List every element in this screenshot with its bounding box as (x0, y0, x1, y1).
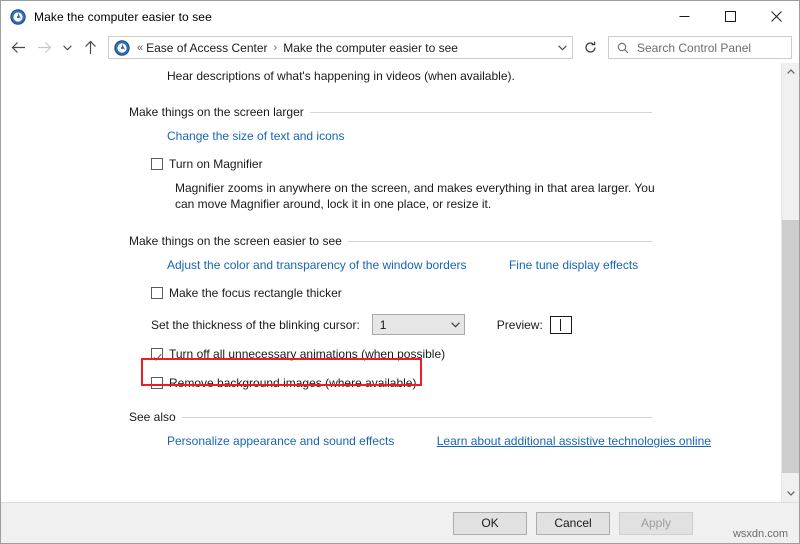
scrollbar-thumb[interactable] (782, 220, 799, 473)
group-divider (347, 240, 652, 242)
group-title: Make things on the screen easier to see (129, 234, 342, 248)
search-icon (613, 42, 633, 54)
scrollbar-track[interactable] (782, 80, 799, 485)
breadcrumb-ease-of-access-icon (114, 39, 130, 56)
minimize-button[interactable] (661, 1, 707, 32)
checkbox-turn-on-magnifier[interactable] (151, 158, 163, 170)
checkbox-remove-background-images[interactable] (151, 377, 163, 389)
check-icon (153, 349, 162, 361)
checkbox-row-remove-background-images[interactable]: Remove background images (where availabl… (151, 376, 781, 390)
up-button[interactable] (77, 36, 103, 60)
checkbox-label: Turn off all unnecessary animations (whe… (169, 347, 446, 361)
checkbox-turn-off-animations[interactable] (151, 348, 163, 361)
group-header: See also (129, 410, 652, 424)
window-title: Make the computer easier to see (34, 9, 212, 24)
group-make-things-larger: Make things on the screen larger Change … (129, 105, 781, 212)
group-divider (181, 416, 652, 418)
footer-buttons: OK Cancel Apply (444, 511, 693, 535)
group-title: See also (129, 410, 176, 424)
breadcrumb-item-ease-of-access-center[interactable]: Ease of Access Center (146, 41, 267, 55)
breadcrumb-item-make-the-computer-easier-to-see[interactable]: Make the computer easier to see (283, 41, 458, 55)
link-change-size-of-text-and-icons[interactable]: Change the size of text and icons (167, 129, 344, 143)
control-panel-window: Make the computer easier to see « Ease o… (0, 0, 800, 544)
checkbox-label: Turn on Magnifier (169, 157, 263, 171)
cursor-thickness-select[interactable]: 1 (371, 314, 465, 335)
recent-locations-button[interactable] (57, 36, 77, 60)
address-bar: « Ease of Access Center › Make the compu… (1, 32, 799, 63)
checkbox-row-turn-off-animations[interactable]: Turn off all unnecessary animations (whe… (151, 347, 781, 361)
link-learn-about-assistive-technologies[interactable]: Learn about additional assistive technol… (437, 434, 711, 448)
group-title: Make things on the screen larger (129, 105, 304, 119)
chevron-down-icon[interactable] (552, 37, 572, 58)
chevron-down-icon[interactable] (447, 321, 464, 328)
group-see-also: See also Personalize appearance and soun… (129, 410, 781, 450)
link-fine-tune-display-effects[interactable]: Fine tune display effects (509, 258, 638, 272)
cursor-thickness-label: Set the thickness of the blinking cursor… (151, 317, 360, 332)
audio-description-text: Hear descriptions of what's happening in… (167, 69, 515, 83)
apply-button[interactable]: Apply (619, 511, 693, 535)
scroll-up-button[interactable] (782, 63, 799, 80)
watermark: wsxdn.com (732, 528, 788, 540)
checkbox-row-turn-on-magnifier[interactable]: Turn on Magnifier (151, 157, 781, 171)
back-button[interactable] (5, 36, 31, 60)
title-bar: Make the computer easier to see (1, 1, 799, 32)
group-header: Make things on the screen easier to see (129, 234, 652, 248)
cursor-thickness-row: Set the thickness of the blinking cursor… (151, 314, 781, 335)
ok-button[interactable]: OK (453, 511, 527, 535)
refresh-button[interactable] (579, 36, 602, 59)
cancel-button[interactable]: Cancel (536, 511, 610, 535)
link-adjust-color-and-transparency[interactable]: Adjust the color and transparency of the… (167, 258, 467, 272)
vertical-scrollbar[interactable] (781, 63, 799, 502)
settings-panel: Hear descriptions of what's happening in… (1, 63, 781, 502)
group-make-things-easier-to-see: Make things on the screen easier to see … (129, 234, 781, 390)
checkbox-make-focus-rectangle-thicker[interactable] (151, 287, 163, 299)
breadcrumb-separator-icon[interactable]: › (274, 42, 278, 54)
caret-icon (560, 318, 562, 331)
breadcrumb-bar[interactable]: « Ease of Access Center › Make the compu… (108, 36, 573, 59)
forward-button[interactable] (31, 36, 57, 60)
link-personalize-appearance-and-sound-effects[interactable]: Personalize appearance and sound effects (167, 434, 394, 448)
checkbox-row-focus-rectangle[interactable]: Make the focus rectangle thicker (151, 286, 781, 300)
magnifier-description: Magnifier zooms in anywhere on the scree… (175, 181, 655, 211)
ease-of-access-icon (10, 8, 26, 25)
cursor-preview-box (549, 315, 572, 334)
window-controls (661, 1, 799, 32)
checkbox-label: Remove background images (where availabl… (169, 376, 417, 390)
group-header: Make things on the screen larger (129, 105, 652, 119)
breadcrumb-overflow-icon[interactable]: « (137, 42, 143, 54)
scroll-down-button[interactable] (782, 485, 799, 502)
group-divider (309, 111, 652, 113)
close-button[interactable] (753, 1, 799, 32)
cursor-thickness-value: 1 (379, 317, 387, 332)
search-box[interactable]: Search Control Panel (608, 36, 792, 59)
dialog-footer: OK Cancel Apply wsxdn.com (1, 502, 799, 543)
search-input[interactable]: Search Control Panel (637, 41, 751, 55)
checkbox-label: Make the focus rectangle thicker (169, 286, 342, 300)
maximize-button[interactable] (707, 1, 753, 32)
content-area: Hear descriptions of what's happening in… (1, 63, 799, 502)
cursor-preview-label: Preview: (496, 317, 543, 332)
